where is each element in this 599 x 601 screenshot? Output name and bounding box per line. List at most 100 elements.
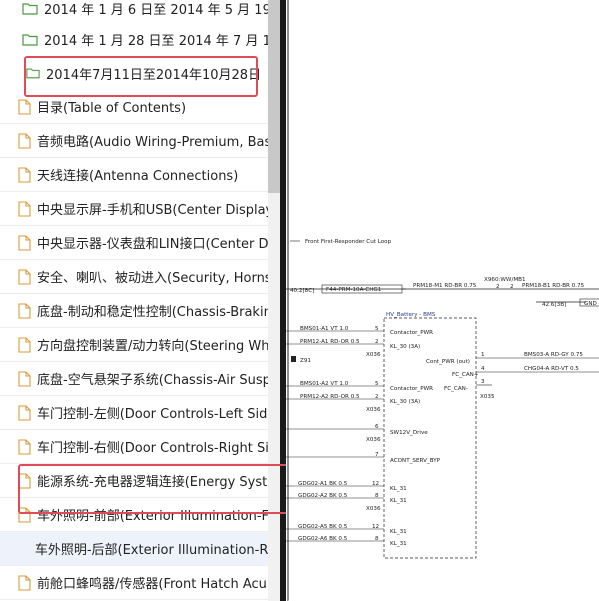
left-wire-label: GDG02-A2 BK 0.5 [298, 493, 348, 499]
document-tree-panel: 2014 年 1 月 6 日至 2014 年 5 月 19 2014 年 1 月… [0, 0, 268, 601]
tree-document-label: 前舱口蜂鸣器/传感器(Front Hatch Acu [37, 577, 267, 592]
document-icon [18, 200, 31, 217]
connector-ref: X036 [366, 407, 381, 413]
left-pin: 6 [375, 424, 379, 430]
top-pin-a: 2 [496, 284, 500, 290]
left-pin: 12 [372, 524, 379, 530]
tree-document-label: 车门控制-右侧(Door Controls-Right Si [37, 441, 268, 456]
right-pin: 1 [481, 352, 485, 358]
tree-scrollbar-thumb[interactable] [268, 0, 280, 193]
left-wire-row: PRM12-A2 RD-OR 0.5 2 KL_30 (3A) [286, 394, 420, 405]
folder-icon [22, 2, 38, 15]
tree-document-label: 音频电路(Audio Wiring-Premium, Bas [37, 135, 268, 150]
document-icon [18, 234, 31, 251]
top-splice-label: X960:WW/MB1 [484, 277, 526, 283]
tree-document-item[interactable]: 车门控制-右侧(Door Controls-Right Si [0, 430, 268, 464]
tree-document-item[interactable]: 底盘-空气悬架子系统(Chassis-Air Susp [0, 362, 268, 396]
left-pin: 8 [375, 536, 379, 542]
top-mid-wire: PRM18-M1 RD-BR 0.75 [413, 283, 477, 289]
tree-document-label: 车门控制-左侧(Door Controls-Left Sid [37, 407, 268, 422]
tree-document-item[interactable]: 中央显示器-仪表盘和LIN接口(Center D [0, 226, 268, 260]
cut-loop-label: Front First-Responder Cut Loop [305, 239, 392, 245]
left-pin: 12 [372, 481, 379, 487]
left-wire-row: 6 SW12V_Drive [286, 424, 428, 436]
left-wire-label: PRM12-A1 RD-OR 0.5 [300, 339, 360, 345]
document-icon [18, 506, 31, 523]
document-icon [18, 166, 31, 183]
tree-document-item[interactable]: 方向盘控制装置/动力转向(Steering Wh [0, 328, 268, 362]
folder-open-icon [26, 68, 40, 79]
document-icon [18, 132, 31, 149]
left-wire-label: GDG02-A5 BK 0.5 [298, 524, 348, 530]
right-pin: 4 [481, 366, 485, 372]
left-pin: 7 [375, 452, 379, 458]
tree-document-item[interactable]: 车门控制-左侧(Door Controls-Left Sid [0, 396, 268, 430]
tree-document-item[interactable]: 中央显示屏-手机和USB(Center Display [0, 192, 268, 226]
tree-folder-item-current[interactable]: 2014年7月11日至2014年10月28日 [26, 56, 268, 90]
right-wire-label: CHG04-A RD-VT 0.5 [524, 366, 579, 372]
left-wire-row: GDG02-A2 BK 0.5 8 KL_31 [286, 493, 407, 504]
tree-document-label: 目录(Table of Contents) [37, 101, 187, 116]
left-pin: 2 [375, 339, 379, 345]
tree-document-label: 安全、喇叭、被动进入(Security, Horns, [37, 271, 268, 286]
right-signal: Cont_PWR (out) [426, 359, 470, 365]
left-signal: KL_30 (3A) [390, 399, 420, 405]
tree-document-label: 车外照明-后部(Exterior Illumination-Re [34, 543, 268, 558]
left-signal: SW12V_Drive [390, 430, 428, 436]
top-pin-b: 2 [510, 284, 514, 290]
document-icon [18, 268, 31, 285]
tree-document-label: 中央显示屏-手机和USB(Center Display [37, 203, 268, 218]
tree-document-item-selected[interactable]: 车外照明-后部(Exterior Illumination-Re [0, 532, 268, 566]
left-pin: 2 [375, 394, 379, 400]
document-icon [18, 472, 31, 489]
schematic-viewer[interactable]: Front First-Responder Cut Loop 40.2[8C] … [286, 0, 599, 601]
left-wire-label: BMS01-A1 VT 1.0 [300, 326, 349, 332]
document-icon [18, 404, 31, 421]
left-signal: KL_31 [390, 541, 407, 547]
left-wire-row: GDG02-A1 BK 0.5 12 KL_31 [286, 481, 407, 492]
right-signal-row: FC_CAN- 3 [444, 379, 492, 392]
tree-folder-label: 2014 年 1 月 6 日至 2014 年 5 月 19 [44, 2, 268, 18]
tree-document-item[interactable]: 能源系统-充电器逻辑连接(Energy Syste [0, 464, 268, 498]
tree-folder-label: 2014年7月11日至2014年10月28日 [46, 67, 262, 83]
left-wire-label: BMS01-A2 VT 1.0 [300, 381, 349, 387]
left-signal: Contactor_PWR [390, 386, 433, 392]
left-wire-row: 7 ACONT_SERV_BYP [286, 452, 441, 464]
right-signal: FC_CAN- [444, 386, 468, 392]
tree-document-label: 底盘-制动和稳定性控制(Chassis-Brakin [37, 305, 268, 320]
left-wire-row: GDG02-A6 BK 0.5 8 KL_31 [286, 536, 407, 547]
top-left-ref: 40.2[8C] [290, 288, 314, 294]
tree-folder-item[interactable]: 2014 年 1 月 28 日至 2014 年 7 月 11 [22, 22, 268, 56]
tree-document-item[interactable]: 安全、喇叭、被动进入(Security, Horns, [0, 260, 268, 294]
document-icon [18, 336, 31, 353]
document-icon [18, 370, 31, 387]
left-pin: 8 [375, 493, 379, 499]
left-wire-row: GDG02-A5 BK 0.5 12 KL_31 [286, 524, 407, 535]
left-wire-label: GDG02-A1 BK 0.5 [298, 481, 348, 487]
document-icon [18, 98, 31, 115]
right-signal: FC_CAN+ [452, 372, 479, 378]
left-signal: Contactor_PWR [390, 330, 433, 336]
tree-document-item[interactable]: 音频电路(Audio Wiring-Premium, Bas [0, 124, 268, 158]
right-signal-row: FC_CAN+ 4 CHG04-A RD-VT 0.5 [452, 366, 599, 378]
document-icon [18, 574, 31, 591]
right-pin: 3 [481, 379, 485, 385]
left-pin: 5 [375, 381, 379, 387]
left-wire-label: PRM12-A2 RD-OR 0.5 [300, 394, 360, 400]
top-right-ref: 42.6[3B] [542, 302, 566, 308]
connector-ref: X036 [366, 437, 381, 443]
tree-document-item[interactable]: 车外照明-前部(Exterior Illumination-Fr [0, 498, 268, 532]
tree-document-item[interactable]: 底盘-制动和稳定性控制(Chassis-Brakin [0, 294, 268, 328]
left-wire-label: GDG02-A6 BK 0.5 [298, 536, 348, 542]
module-title: HV_Battery - BMS [386, 312, 436, 318]
left-signal: KL_31 [390, 498, 407, 504]
left-wire-row: BMS01-A2 VT 1.0 5 Contactor_PWR [286, 381, 433, 392]
right-wire-label: BMS03-A RD-GY 0.75 [524, 352, 583, 358]
left-wire-row: BMS01-A1 VT 1.0 5 Contactor_PWR [286, 326, 433, 336]
right-connector-ref: X035 [480, 394, 495, 400]
left-signal: ACONT_SERV_BYP [390, 458, 441, 464]
tree-document-item[interactable]: 天线连接(Antenna Connections) [0, 158, 268, 192]
left-signal: KL_30 (3A) [390, 344, 420, 350]
tree-document-item[interactable]: 前舱口蜂鸣器/传感器(Front Hatch Acu [0, 566, 268, 600]
tree-document-item[interactable]: 目录(Table of Contents) [0, 90, 268, 124]
